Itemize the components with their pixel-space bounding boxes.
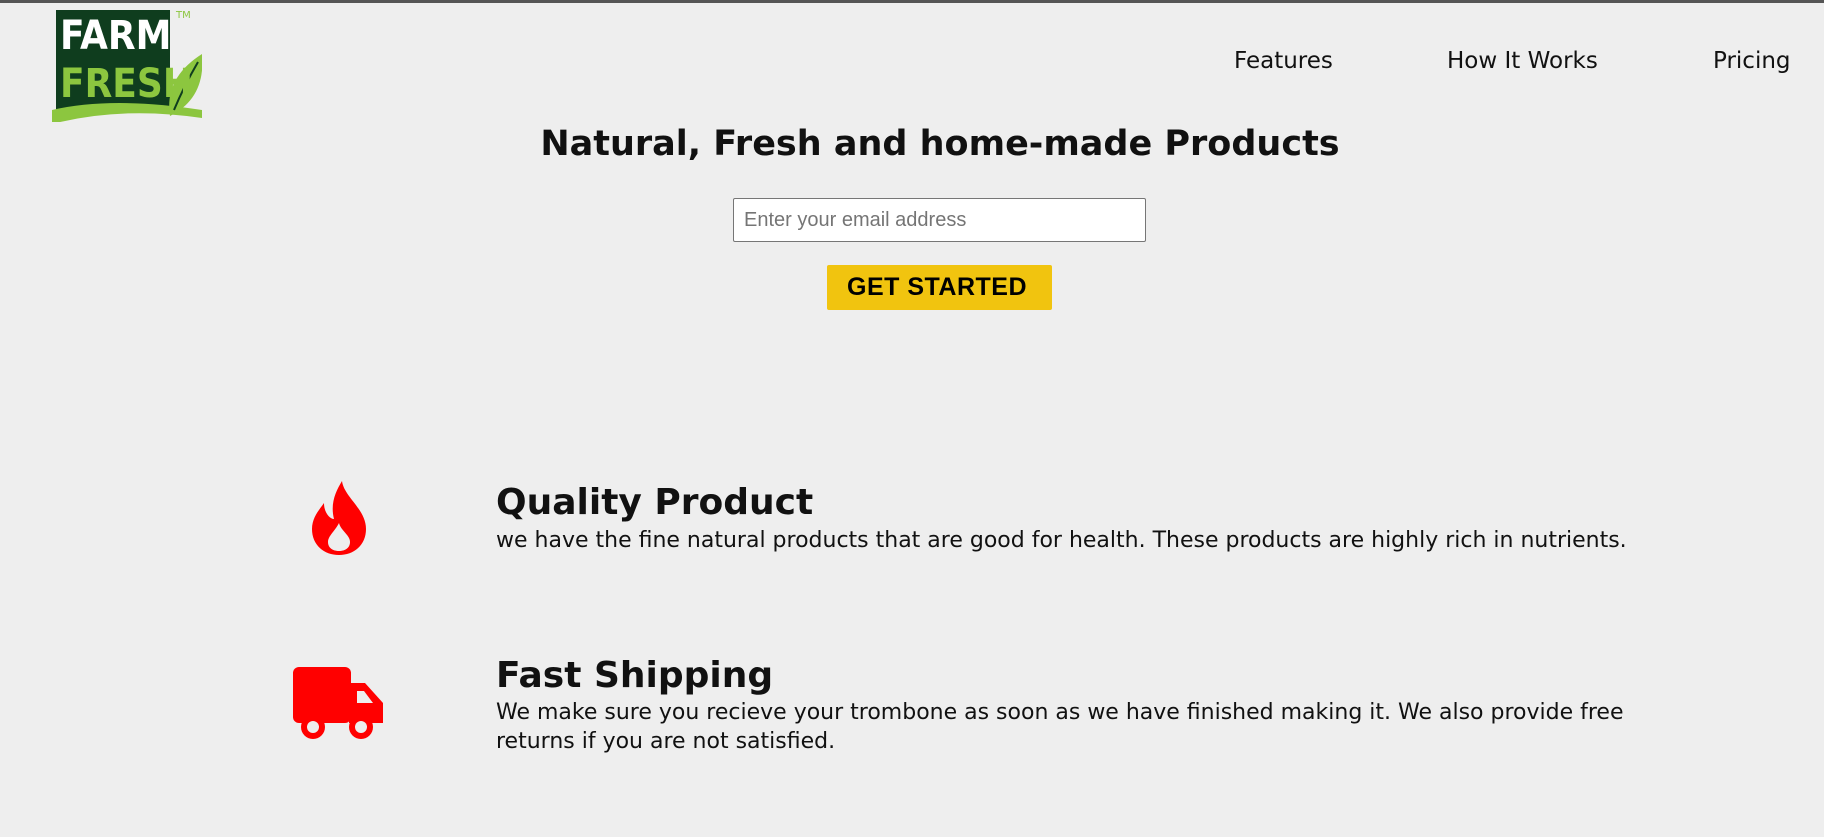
feature-title-quality-product: Quality Product xyxy=(496,482,814,523)
logo-text-fresh: FRESH xyxy=(60,61,193,107)
feature-description-quality-product: we have the fine natural products that a… xyxy=(496,528,1627,553)
email-input[interactable] xyxy=(733,198,1146,242)
top-border xyxy=(0,0,1824,3)
logo-trademark: TM xyxy=(175,10,191,21)
hero-title: Natural, Fresh and home-made Products xyxy=(540,124,1340,164)
logo-text-farm: FARM xyxy=(60,13,171,59)
nav-link-pricing[interactable]: Pricing xyxy=(1713,48,1791,74)
feature-description-fast-shipping: We make sure you recieve your trombone a… xyxy=(496,700,1624,754)
fire-icon xyxy=(308,479,370,555)
nav-link-features[interactable]: Features xyxy=(1234,48,1333,74)
feature-title-fast-shipping: Fast Shipping xyxy=(496,655,774,696)
get-started-button[interactable]: GET STARTED xyxy=(827,265,1052,310)
farm-fresh-logo[interactable]: FARM FRESH TM xyxy=(52,6,202,122)
nav-link-how-it-works[interactable]: How It Works xyxy=(1447,48,1598,74)
logo-graphic: FARM FRESH TM xyxy=(52,10,202,122)
truck-icon xyxy=(293,667,385,741)
